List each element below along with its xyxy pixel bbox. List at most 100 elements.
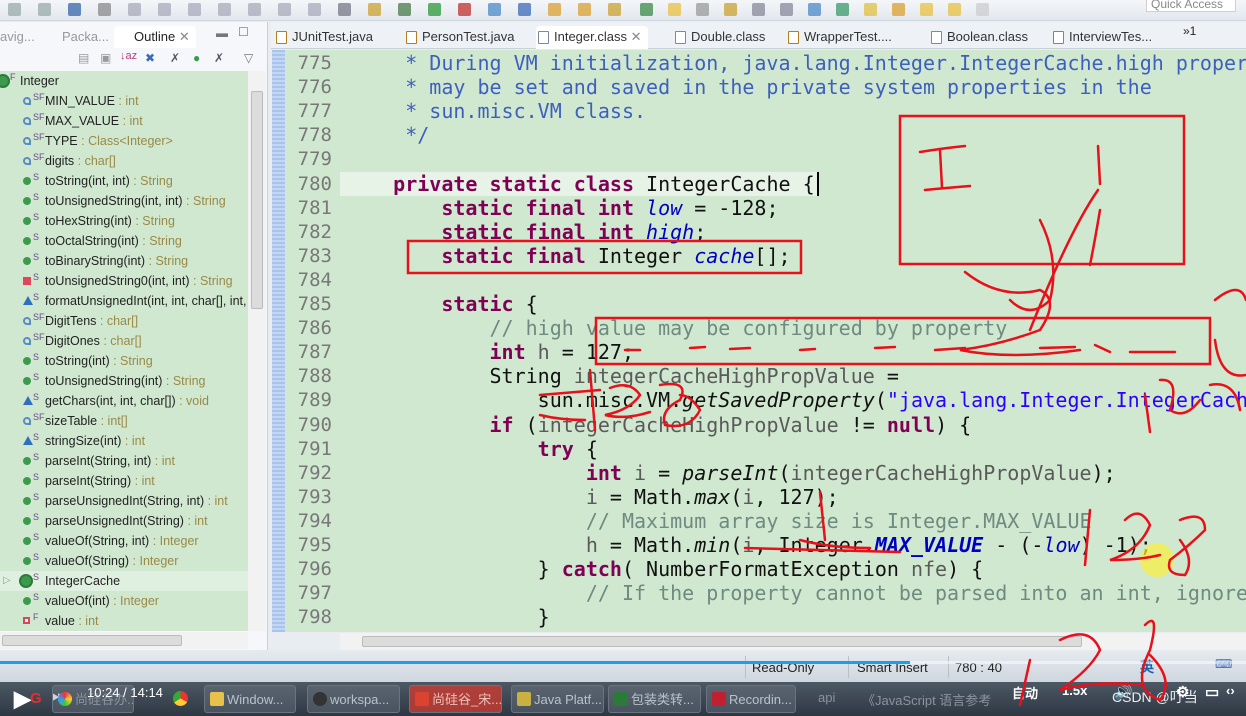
hide-static-icon[interactable]: ✗ xyxy=(170,51,180,65)
public-method-icon xyxy=(23,357,31,365)
minimize-icon[interactable]: ▬ xyxy=(216,26,228,40)
editor-tab-label: JUnitTest.java xyxy=(292,29,373,44)
java-file-icon xyxy=(788,31,799,44)
code-token: } xyxy=(345,605,550,630)
toolbar-button-icon[interactable] xyxy=(836,3,849,16)
toolbar-button-icon[interactable] xyxy=(338,3,351,16)
toolbar-button-icon[interactable] xyxy=(892,3,905,16)
toolbar-button-icon[interactable] xyxy=(278,3,291,16)
settings-icon[interactable]: ⚙ xyxy=(1176,683,1189,701)
toolbar-button-icon[interactable] xyxy=(752,3,765,16)
taskbar-item[interactable]: 尚硅谷_宋... xyxy=(409,685,502,713)
editor-horizontal-scrollbar[interactable] xyxy=(340,633,1246,650)
quick-access-input[interactable]: Quick Access xyxy=(1146,0,1236,12)
taskbar-toolbar-api[interactable]: api xyxy=(818,690,835,705)
toolbar-button-icon[interactable] xyxy=(578,3,591,16)
toolbar-button-icon[interactable] xyxy=(948,3,961,16)
taskbar-item[interactable]: Recordin... xyxy=(706,685,796,713)
fullscreen-icon[interactable]: ‹› xyxy=(1226,683,1235,698)
collapse-icon[interactable]: ▣ xyxy=(100,51,111,65)
toolbar-button-icon[interactable] xyxy=(696,3,709,16)
pip-icon[interactable]: ▭ xyxy=(1205,683,1219,701)
scrollbar-thumb[interactable] xyxy=(362,636,1082,647)
taskbar-item[interactable]: Java Platf... xyxy=(511,685,604,713)
toolbar-button-icon[interactable] xyxy=(38,3,51,16)
editor-tab[interactable]: Double.class xyxy=(673,26,765,49)
keyboard-icon: ⌨ xyxy=(1215,657,1233,671)
toolbar-button-icon[interactable] xyxy=(98,3,111,16)
video-progress-bar[interactable] xyxy=(0,661,910,664)
hide-fields-icon[interactable]: ✖ xyxy=(145,51,155,65)
editor-tab[interactable]: Integer.class ✕ xyxy=(536,26,648,49)
toolbar-button-icon[interactable] xyxy=(458,3,471,16)
taskbar-item[interactable]: 包装类转... xyxy=(608,685,701,713)
tab-outline[interactable]: Outline ✕ xyxy=(114,26,196,48)
view-menu-icon[interactable]: ▽ xyxy=(244,51,253,65)
outline-item-label: TYPE : Class<Integer> xyxy=(45,131,173,151)
scrollbar-thumb[interactable] xyxy=(2,635,182,646)
toolbar-button-icon[interactable] xyxy=(780,3,793,16)
toolbar-button-icon[interactable] xyxy=(518,3,531,16)
expand-arrow-icon[interactable]: ▷ xyxy=(3,571,11,591)
toolbar-button-icon[interactable] xyxy=(808,3,821,16)
toolbar-button-icon[interactable] xyxy=(548,3,561,16)
toolbar-button-icon[interactable] xyxy=(864,3,877,16)
outline-item-label: MAX_VALUE : int xyxy=(45,111,143,131)
toolbar-button-icon[interactable] xyxy=(608,3,621,16)
toolbar-button-icon[interactable] xyxy=(488,3,501,16)
taskbar-item[interactable]: Window... xyxy=(204,685,296,713)
toolbar-button-icon[interactable] xyxy=(248,3,261,16)
toolbar-button-icon[interactable] xyxy=(308,3,321,16)
tab-navigator[interactable]: avig... xyxy=(0,26,35,48)
outline-horizontal-scrollbar[interactable] xyxy=(0,632,248,649)
outline-item-label: valueOf(int) : Integer xyxy=(45,591,159,611)
code-editor[interactable]: * During VM initialization, java.lang.In… xyxy=(340,50,1246,632)
play-icon[interactable]: ▶ xyxy=(14,686,31,712)
package-field-icon xyxy=(23,317,31,325)
toolbar-button-icon[interactable] xyxy=(920,3,933,16)
editor-tab[interactable]: PersonTest.java xyxy=(404,26,515,49)
collapse-all-icon[interactable]: ▤ xyxy=(78,51,89,65)
outline-item-label: stringSize(int) : int xyxy=(45,431,145,451)
line-number: 778 xyxy=(297,124,332,147)
taskbar-toolbar-js[interactable]: 《JavaScript 语言参考 xyxy=(862,690,991,709)
toolbar-button-icon[interactable] xyxy=(398,3,411,16)
toolbar-button-icon[interactable] xyxy=(8,3,21,16)
hide-nonpublic-icon[interactable]: ● xyxy=(193,51,200,65)
ime-indicator[interactable]: 英 xyxy=(1140,657,1154,677)
taskbar-item[interactable]: workspa... xyxy=(307,685,400,713)
toolbar-button-icon[interactable] xyxy=(724,3,737,16)
editor-tab[interactable]: WrapperTest.... xyxy=(786,26,892,49)
chrome-icon[interactable] xyxy=(173,691,188,706)
toolbar-button-icon[interactable] xyxy=(68,3,81,16)
toolbar-button-icon[interactable] xyxy=(976,3,989,16)
hide-local-types-icon[interactable]: ✗ xyxy=(214,51,224,65)
code-token: ( xyxy=(513,412,538,437)
video-progress-remaining[interactable] xyxy=(909,661,1246,664)
sort-icon[interactable]: ↓az xyxy=(120,50,137,62)
inner-class-icon xyxy=(19,574,33,588)
more-tabs-button[interactable]: »1 xyxy=(1183,24,1196,38)
speed-button[interactable]: 1.5x xyxy=(1062,683,1087,698)
editor-tab[interactable]: JUnitTest.java xyxy=(274,26,373,49)
toolbar-button-icon[interactable] xyxy=(218,3,231,16)
quality-button[interactable]: 自动 xyxy=(1012,683,1038,702)
java-file-icon xyxy=(1053,31,1064,44)
maximize-icon[interactable]: ☐ xyxy=(238,25,249,39)
editor-tab[interactable]: InterviewTes... xyxy=(1051,26,1152,49)
close-icon[interactable]: ✕ xyxy=(179,29,190,44)
toolbar-button-icon[interactable] xyxy=(428,3,441,16)
toolbar-button-icon[interactable] xyxy=(128,3,141,16)
close-icon[interactable]: ✕ xyxy=(627,29,642,44)
tab-package-explorer[interactable]: Packa... xyxy=(48,26,109,48)
toolbar-button-icon[interactable] xyxy=(188,3,201,16)
toolbar-button-icon[interactable] xyxy=(368,3,381,16)
toolbar-button-icon[interactable] xyxy=(158,3,171,16)
code-line: h = Math.min(i, Integer.MAX_VALUE - (-lo… xyxy=(345,533,1152,557)
scrollbar-thumb[interactable] xyxy=(251,91,263,309)
toolbar-button-icon[interactable] xyxy=(640,3,653,16)
outline-item[interactable]: Fvalue : int xyxy=(0,611,248,631)
editor-tab[interactable]: Boolean.class xyxy=(929,26,1028,49)
outline-vertical-scrollbar[interactable] xyxy=(248,71,266,631)
toolbar-button-icon[interactable] xyxy=(668,3,681,16)
